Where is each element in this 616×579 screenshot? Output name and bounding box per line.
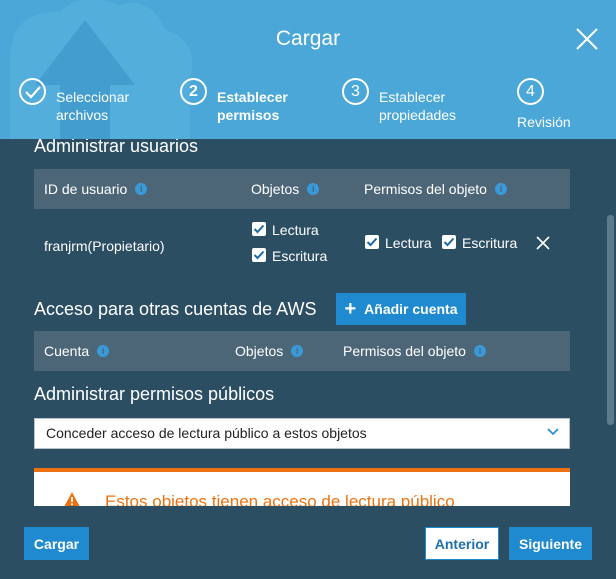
info-icon[interactable] — [473, 344, 486, 358]
next-button[interactable]: Siguiente — [509, 527, 592, 560]
remove-icon[interactable] — [536, 236, 550, 250]
step-number: 3 — [342, 78, 369, 105]
dialog-title: Cargar — [275, 27, 341, 50]
dialog-footer: Cargar Anterior Siguiente — [0, 506, 616, 579]
button-label: Añadir cuenta — [364, 301, 458, 317]
close-icon[interactable] — [574, 26, 600, 52]
column-label: ID de usuario — [44, 181, 128, 197]
step-label: Establecer permisos — [217, 89, 288, 123]
check-icon — [19, 78, 46, 105]
column-header: Objetos — [235, 331, 304, 371]
scrollbar-thumb[interactable] — [607, 215, 614, 425]
step-label: Seleccionar archivos — [56, 89, 130, 123]
column-header: Permisos del objeto — [364, 169, 507, 209]
info-icon[interactable] — [135, 182, 148, 196]
step-number: 4 — [517, 78, 544, 105]
step-select-files[interactable]: Seleccionar archivos — [19, 78, 146, 124]
info-icon[interactable] — [97, 344, 110, 358]
checkbox-label: Escritura — [272, 248, 328, 264]
column-label: Cuenta — [44, 343, 90, 359]
checkbox-label: Lectura — [385, 235, 432, 251]
step-label: Revisión — [517, 114, 571, 130]
column-header: Permisos del objeto — [343, 331, 486, 371]
column-header: Objetos — [251, 169, 320, 209]
previous-button[interactable]: Anterior — [425, 527, 499, 560]
scrollbar[interactable] — [604, 139, 616, 506]
checkbox-label: Escritura — [462, 235, 518, 251]
public-permissions-select[interactable]: Conceder acceso de lectura público a est… — [34, 418, 570, 449]
dialog-content: Administrar usuarios ID de usuario Objet… — [0, 139, 604, 506]
chevron-down-icon — [547, 428, 559, 436]
column-header: Cuenta — [44, 331, 110, 371]
user-id: franjrm(Propietario) — [44, 238, 165, 254]
accounts-table-header: Cuenta Objetos Permisos del objeto — [34, 331, 570, 371]
objects-write-checkbox[interactable] — [252, 248, 266, 262]
step-label: Establecer propiedades — [379, 89, 457, 123]
warning-icon — [64, 492, 80, 506]
plus-icon: + — [344, 298, 357, 320]
objects-read-checkbox[interactable] — [252, 222, 266, 236]
permissions-read-checkbox[interactable] — [365, 235, 379, 249]
manage-users-title: Administrar usuarios — [34, 139, 199, 156]
step-review[interactable]: 4 Revisión — [517, 78, 571, 131]
step-number: 2 — [180, 78, 207, 105]
users-table-header: ID de usuario Objetos Permisos del objet… — [34, 169, 570, 209]
select-value: Conceder acceso de lectura público a est… — [46, 425, 367, 441]
warning-text: Estos objetos tienen acceso de lectura p… — [105, 492, 455, 506]
add-account-button[interactable]: + Añadir cuenta — [336, 293, 466, 325]
column-label: Permisos del objeto — [364, 181, 487, 197]
checkbox-label: Lectura — [272, 222, 319, 238]
info-icon[interactable] — [291, 344, 304, 358]
permissions-write-checkbox[interactable] — [442, 235, 456, 249]
column-label: Objetos — [251, 181, 300, 197]
info-icon[interactable] — [494, 182, 507, 196]
public-read-warning: Estos objetos tienen acceso de lectura p… — [34, 468, 570, 506]
dialog-header: Cargar Seleccionar archivos 2 Establecer… — [0, 0, 616, 139]
table-row: franjrm(Propietario) Lectura Escritura L… — [34, 208, 570, 286]
info-icon[interactable] — [307, 182, 320, 196]
column-label: Permisos del objeto — [343, 343, 466, 359]
step-set-permissions[interactable]: 2 Establecer permisos — [180, 78, 307, 124]
upload-button[interactable]: Cargar — [24, 527, 89, 560]
step-set-properties[interactable]: 3 Establecer propiedades — [342, 78, 479, 124]
column-header: ID de usuario — [44, 169, 148, 209]
public-permissions-title: Administrar permisos públicos — [34, 384, 275, 404]
column-label: Objetos — [235, 343, 284, 359]
other-accounts-title: Acceso para otras cuentas de AWS — [34, 299, 317, 319]
